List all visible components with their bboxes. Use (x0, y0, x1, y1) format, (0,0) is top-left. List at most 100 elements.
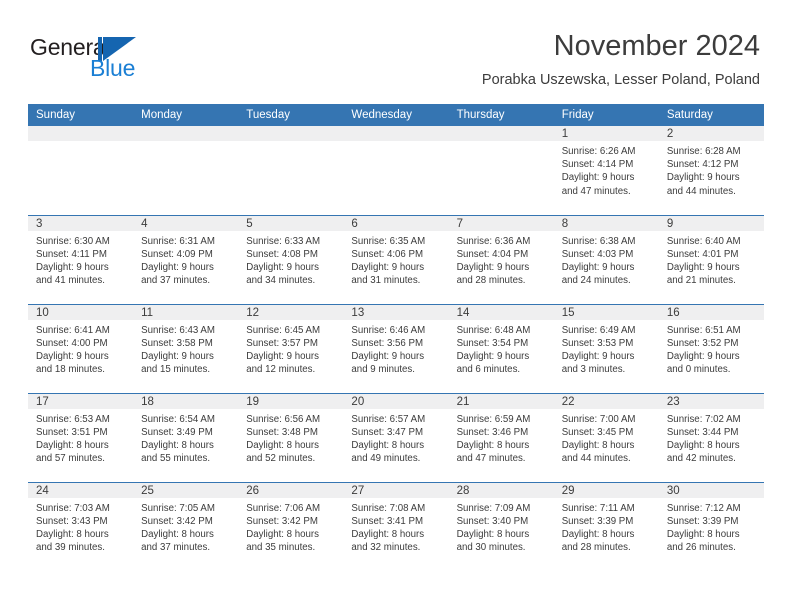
day-sunrise-text: Sunrise: 6:38 AM (561, 235, 636, 247)
calendar-day-cell[interactable]: 27 Sunrise: 7:08 AM Sunset: 3:41 PM Dayligh… (343, 481, 449, 571)
day-number: 28 (448, 482, 554, 498)
day-daylight-line1-text: Daylight: 9 hours (561, 261, 635, 273)
day-daylight-line2-text: and 32 minutes. (351, 542, 421, 554)
calendar-day-cell[interactable]: 14 Sunrise: 6:48 AM Sunset: 3:54 PM Dayligh… (448, 303, 554, 393)
calendar-day-cell[interactable]: 16 Sunrise: 6:51 AM Sunset: 3:52 PM Dayligh… (658, 303, 764, 393)
day-sunrise-text: Sunrise: 6:28 AM (666, 146, 741, 157)
day-daylight-line2-text: and 57 minutes. (36, 453, 105, 465)
calendar-table: Sunday Monday Tuesday Wednesday Thursday… (28, 104, 764, 571)
day-number: 3 (28, 215, 134, 231)
weekday-header-monday: Monday (133, 104, 239, 126)
day-sunrise-text: Sunrise: 6:33 AM (246, 235, 321, 247)
day-sunrise-text: Sunrise: 7:00 AM (561, 413, 636, 425)
day-cell-inner: 8 Sunrise: 6:38 AM Sunset: 4:03 PM Daylight… (553, 215, 659, 303)
day-cell-inner: 10 Sunrise: 6:41 AM Sunset: 4:00 PM Dayligh… (28, 304, 134, 392)
day-daylight-line2-text: and 30 minutes. (456, 542, 526, 554)
day-cell-inner: 25 Sunrise: 7:05 AM Sunset: 3:42 PM Dayligh… (133, 482, 239, 570)
brand-logo[interactable]: General Blue (30, 34, 250, 88)
day-cell-details: Sunrise: 6:48 AM Sunset: 3:54 PM Daylight:… (449, 320, 554, 377)
calendar-day-cell[interactable]: 30 Sunrise: 7:12 AM Sunset: 3:39 PM Dayligh… (658, 481, 764, 571)
calendar-day-cell[interactable]: 18 Sunrise: 6:54 AM Sunset: 3:49 PM Dayligh… (133, 392, 239, 482)
calendar-day-cell[interactable]: 11 Sunrise: 6:43 AM Sunset: 3:58 PM Dayligh… (133, 303, 239, 393)
day-cell-details: Sunrise: 6:36 AM Sunset: 4:04 PM Daylight:… (449, 231, 554, 288)
calendar-day-cell[interactable]: 1 Sunrise: 6:26 AM Sunset: 4:14 PM Daylight… (553, 126, 659, 215)
day-number: 13 (343, 304, 449, 320)
day-daylight-line2-text: and 28 minutes. (561, 542, 631, 554)
day-number: 7 (448, 215, 554, 231)
day-cell-details: Sunrise: 7:11 AM Sunset: 3:39 PM Daylight:… (554, 498, 659, 555)
calendar-day-cell[interactable]: 5 Sunrise: 6:33 AM Sunset: 4:08 PM Daylight… (238, 214, 344, 304)
day-cell-inner: 18 Sunrise: 6:54 AM Sunset: 3:49 PM Dayligh… (133, 393, 239, 481)
day-daylight-line2-text: and 44 minutes. (561, 453, 631, 465)
day-cell-details: Sunrise: 6:53 AM Sunset: 3:51 PM Daylight:… (28, 409, 133, 466)
day-cell-details: Sunrise: 6:41 AM Sunset: 4:00 PM Daylight:… (28, 320, 133, 377)
day-daylight-line1-text: Daylight: 9 hours (456, 350, 530, 362)
calendar-day-cell[interactable]: 20 Sunrise: 6:57 AM Sunset: 3:47 PM Dayligh… (343, 392, 449, 482)
calendar-day-cell[interactable]: 25 Sunrise: 7:05 AM Sunset: 3:42 PM Dayligh… (133, 481, 239, 571)
weekday-header-tuesday: Tuesday (238, 104, 344, 126)
day-sunset-text: Sunset: 4:01 PM (666, 248, 739, 260)
day-daylight-line2-text: and 52 minutes. (246, 453, 316, 465)
day-number: 2 (658, 126, 764, 141)
calendar-day-cell[interactable]: 19 Sunrise: 6:56 AM Sunset: 3:48 PM Dayligh… (238, 392, 344, 482)
calendar-day-cell[interactable]: 9 Sunrise: 6:40 AM Sunset: 4:01 PM Daylight… (658, 214, 764, 304)
day-daylight-line2-text: and 28 minutes. (456, 275, 526, 287)
day-number (28, 126, 134, 141)
calendar-day-cell[interactable]: 24 Sunrise: 7:03 AM Sunset: 3:43 PM Dayligh… (28, 481, 134, 571)
day-cell-details: Sunrise: 6:38 AM Sunset: 4:03 PM Daylight:… (554, 231, 659, 288)
calendar-day-cell[interactable]: 23 Sunrise: 7:02 AM Sunset: 3:44 PM Dayligh… (658, 392, 764, 482)
day-cell-inner: 12 Sunrise: 6:45 AM Sunset: 3:57 PM Dayligh… (238, 304, 344, 392)
calendar-day-cell[interactable]: 4 Sunrise: 6:31 AM Sunset: 4:09 PM Daylight… (133, 214, 239, 304)
day-cell-inner (238, 126, 344, 213)
calendar-day-cell[interactable]: 8 Sunrise: 6:38 AM Sunset: 4:03 PM Daylight… (553, 214, 659, 304)
day-sunset-text: Sunset: 3:53 PM (561, 337, 634, 349)
calendar-day-cell[interactable]: 13 Sunrise: 6:46 AM Sunset: 3:56 PM Dayligh… (343, 303, 449, 393)
calendar-day-cell[interactable]: 12 Sunrise: 6:45 AM Sunset: 3:57 PM Dayligh… (238, 303, 344, 393)
day-sunset-text: Sunset: 3:49 PM (141, 426, 213, 438)
calendar-day-cell[interactable]: 17 Sunrise: 6:53 AM Sunset: 3:51 PM Dayligh… (28, 392, 134, 482)
day-sunset-text: Sunset: 3:43 PM (36, 515, 108, 527)
day-number (448, 126, 554, 141)
day-number: 15 (553, 304, 659, 320)
calendar-week-row: 17 Sunrise: 6:53 AM Sunset: 3:51 PM Dayligh… (28, 392, 764, 482)
day-daylight-line1-text: Daylight: 8 hours (561, 528, 635, 540)
calendar-day-cell[interactable]: 10 Sunrise: 6:41 AM Sunset: 4:00 PM Dayligh… (28, 303, 134, 393)
day-cell-inner: 15 Sunrise: 6:49 AM Sunset: 3:53 PM Dayligh… (553, 304, 659, 392)
calendar-day-cell[interactable]: 26 Sunrise: 7:06 AM Sunset: 3:42 PM Dayligh… (238, 481, 344, 571)
calendar-day-cell[interactable]: 29 Sunrise: 7:11 AM Sunset: 3:39 PM Dayligh… (553, 481, 659, 571)
calendar-day-cell[interactable]: 21 Sunrise: 6:59 AM Sunset: 3:46 PM Dayligh… (448, 392, 554, 482)
day-number: 14 (448, 304, 554, 320)
day-cell-inner: 2 Sunrise: 6:28 AM Sunset: 4:12 PM Daylight… (658, 126, 764, 213)
calendar-day-cell[interactable]: 2 Sunrise: 6:28 AM Sunset: 4:12 PM Daylight… (658, 126, 764, 215)
day-sunrise-text: Sunrise: 7:08 AM (351, 502, 426, 514)
day-cell-inner: 22 Sunrise: 7:00 AM Sunset: 3:45 PM Dayligh… (553, 393, 659, 481)
day-daylight-line1-text: Daylight: 9 hours (36, 261, 109, 273)
day-sunset-text: Sunset: 4:08 PM (246, 248, 318, 260)
day-daylight-line1-text: Daylight: 8 hours (36, 528, 109, 540)
calendar-day-cell[interactable]: 7 Sunrise: 6:36 AM Sunset: 4:04 PM Daylight… (448, 214, 554, 304)
day-cell-inner: 17 Sunrise: 6:53 AM Sunset: 3:51 PM Dayligh… (28, 393, 134, 481)
day-number: 18 (133, 393, 239, 409)
day-cell-details: Sunrise: 7:12 AM Sunset: 3:39 PM Daylight:… (659, 498, 764, 555)
day-daylight-line1-text: Daylight: 9 hours (36, 350, 109, 362)
day-sunset-text: Sunset: 3:58 PM (141, 337, 213, 349)
day-daylight-line2-text: and 47 minutes. (456, 453, 526, 465)
calendar-day-cell[interactable]: 22 Sunrise: 7:00 AM Sunset: 3:45 PM Dayligh… (553, 392, 659, 482)
calendar-day-cell[interactable]: 3 Sunrise: 6:30 AM Sunset: 4:11 PM Daylight… (28, 214, 134, 304)
day-sunset-text: Sunset: 3:42 PM (246, 515, 318, 527)
calendar-day-cell-empty (133, 126, 239, 215)
calendar-day-cell[interactable]: 6 Sunrise: 6:35 AM Sunset: 4:06 PM Daylight… (343, 214, 449, 304)
day-sunrise-text: Sunrise: 6:43 AM (141, 324, 215, 336)
calendar-day-cell-empty (238, 126, 344, 215)
day-daylight-line1-text: Daylight: 9 hours (666, 350, 740, 362)
calendar-day-cell[interactable]: 28 Sunrise: 7:09 AM Sunset: 3:40 PM Dayligh… (448, 481, 554, 571)
calendar-day-cell-empty (448, 126, 554, 215)
day-sunset-text: Sunset: 3:56 PM (351, 337, 424, 349)
day-sunrise-text: Sunrise: 6:57 AM (351, 413, 426, 425)
day-daylight-line2-text: and 3 minutes. (561, 364, 626, 376)
day-daylight-line2-text: and 41 minutes. (36, 275, 105, 287)
calendar-day-cell[interactable]: 15 Sunrise: 6:49 AM Sunset: 3:53 PM Dayligh… (553, 303, 659, 393)
day-daylight-line1-text: Daylight: 8 hours (351, 439, 425, 451)
day-number: 6 (343, 215, 449, 231)
day-cell-inner: 3 Sunrise: 6:30 AM Sunset: 4:11 PM Daylight… (28, 215, 134, 303)
